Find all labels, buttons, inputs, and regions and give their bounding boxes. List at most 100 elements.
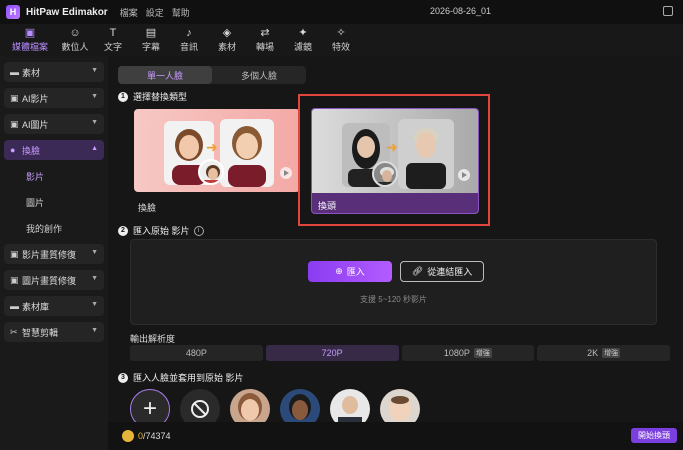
- woman-result-icon: [228, 126, 266, 187]
- plus-icon: +: [142, 395, 157, 422]
- step2-label: 匯入原始 影片: [133, 226, 190, 236]
- sidebar-item-smart-cut[interactable]: ✂ 智慧剪輯 ▼: [4, 322, 104, 342]
- app-name: HitPaw Edimakor: [26, 6, 108, 18]
- tool-transition[interactable]: ⇄ 轉場: [246, 24, 284, 56]
- sidebar-item-image-enhance[interactable]: ▣ 圖片畫質修復 ▼: [4, 270, 104, 290]
- tool-filter[interactable]: ✦ 濾鏡: [284, 24, 322, 56]
- play-icon[interactable]: [280, 167, 292, 179]
- tool-media[interactable]: ▣ 媒體檔案: [4, 24, 56, 56]
- chevron-down-icon: ▼: [91, 249, 98, 256]
- video-enhance-icon: ▣: [10, 248, 19, 259]
- chevron-down-icon: ▼: [91, 67, 98, 74]
- tool-label: 文字: [103, 42, 122, 52]
- sidebar-item-label: AI圖片: [22, 119, 49, 130]
- info-icon[interactable]: i: [193, 225, 204, 236]
- prohibited-icon: [191, 400, 209, 418]
- tool-label: 素材: [217, 42, 236, 52]
- arrow-right-icon: ➜: [206, 139, 218, 155]
- bottom-bar: 0/74374 開始換頭: [108, 422, 683, 450]
- menu-help[interactable]: 幫助: [172, 6, 190, 19]
- sidebar-sub-image[interactable]: 圖片: [4, 192, 104, 212]
- sidebar-item-assets[interactable]: ▬ 素材 ▼: [4, 62, 104, 82]
- resolution-720p[interactable]: 720P: [265, 345, 399, 361]
- filter-icon: ✦: [298, 27, 308, 39]
- tool-audio[interactable]: ♪ 音訊: [170, 24, 208, 56]
- tool-label: 特效: [331, 42, 350, 52]
- resolution-label: 720P: [321, 348, 343, 358]
- tool-text[interactable]: T 文字: [94, 24, 132, 56]
- import-button[interactable]: ⊕ 匯入: [308, 261, 392, 282]
- resolution-label: 1080P: [443, 348, 470, 358]
- menu-file[interactable]: 檔案: [120, 6, 138, 19]
- step2-title: 2 匯入原始 影片 i: [118, 224, 204, 237]
- tool-label: 字幕: [141, 42, 160, 52]
- menu-settings[interactable]: 設定: [146, 6, 164, 19]
- face-swap-label: 換臉: [138, 203, 157, 213]
- subtitle-icon: ▤: [145, 27, 157, 39]
- sidebar-sub-my-creations[interactable]: 我的創作: [4, 218, 104, 238]
- resolution-2k[interactable]: 2K 增強: [537, 345, 670, 361]
- import-from-link-button[interactable]: 🔗︎ 從連結匯入: [400, 261, 484, 282]
- sidebar-item-label: AI影片: [22, 93, 49, 104]
- sticker-icon: ◈: [222, 27, 232, 39]
- step1-title: 1 選擇替換類型: [118, 90, 187, 103]
- tool-sticker[interactable]: ◈ 素材: [208, 24, 246, 56]
- import-icon: ⊕: [335, 266, 343, 276]
- smart-cut-icon: ✂: [10, 326, 18, 337]
- face-mode-tabs: 單一人臉 多個人臉: [118, 66, 306, 84]
- app-logo-icon: H: [6, 5, 20, 19]
- tool-digital-human[interactable]: ☺ 數位人: [56, 24, 94, 56]
- tool-label: 音訊: [179, 42, 198, 52]
- tool-subtitle[interactable]: ▤ 字幕: [132, 24, 170, 56]
- audio-icon: ♪: [186, 27, 192, 39]
- face-swap-card[interactable]: ➜: [134, 109, 300, 192]
- tool-label: 數位人: [61, 42, 89, 52]
- ai-image-icon: ▣: [10, 118, 19, 129]
- selection-highlight: [298, 94, 490, 226]
- resolution-1080p[interactable]: 1080P 增強: [401, 345, 535, 361]
- credits-counter: 0/74374: [138, 431, 171, 441]
- credits-total: /74374: [143, 431, 171, 441]
- sidebar-item-ai-image[interactable]: ▣ AI圖片 ▼: [4, 114, 104, 134]
- effect-icon: ✧: [336, 27, 346, 39]
- sidebar-item-label: 影片畫質修復: [22, 249, 77, 260]
- maximize-button[interactable]: [663, 6, 673, 16]
- tool-effect[interactable]: ✧ 特效: [322, 24, 360, 56]
- sidebar-item-label: 素材: [22, 67, 41, 78]
- sidebar-item-label: 圖片畫質修復: [22, 275, 77, 286]
- sidebar-item-face-swap[interactable]: ● 換臉 ▲: [4, 140, 104, 160]
- text-icon: T: [109, 27, 117, 39]
- resolution-480p[interactable]: 480P: [130, 345, 263, 361]
- video-upload-area[interactable]: ⊕ 匯入 🔗︎ 從連結匯入 支援 5~120 秒影片: [130, 239, 657, 325]
- tab-single-face[interactable]: 單一人臉: [118, 66, 212, 84]
- tool-label: 濾鏡: [293, 42, 312, 52]
- folder-icon: ▬: [10, 67, 19, 77]
- coin-icon: [122, 430, 134, 442]
- title-bar: H HitPaw Edimakor 檔案 設定 幫助 2026-08-26_01: [0, 0, 683, 24]
- tab-multi-face[interactable]: 多個人臉: [212, 66, 306, 84]
- sidebar-item-video-enhance[interactable]: ▣ 影片畫質修復 ▼: [4, 244, 104, 264]
- chevron-down-icon: ▼: [91, 275, 98, 282]
- face-thumb: [198, 159, 224, 185]
- sidebar-item-library[interactable]: ▬ 素材庫 ▼: [4, 296, 104, 316]
- ai-video-icon: ▣: [10, 92, 19, 103]
- enhance-badge: 增強: [602, 348, 621, 358]
- library-icon: ▬: [10, 301, 19, 311]
- sidebar-item-label: 智慧剪輯: [22, 327, 59, 338]
- target-portrait: [220, 119, 274, 187]
- sidebar: ▬ 素材 ▼ ▣ AI影片 ▼ ▣ AI圖片 ▼ ● 換臉 ▲ 影片 圖片 我的…: [0, 56, 108, 450]
- main-toolbar: ▣ 媒體檔案 ☺ 數位人 T 文字 ▤ 字幕 ♪ 音訊 ◈ 素材 ⇄ 轉場 ✦ …: [0, 24, 683, 56]
- enhance-badge: 增強: [473, 348, 492, 358]
- tool-label: 轉場: [255, 42, 274, 52]
- sidebar-sub-video[interactable]: 影片: [4, 166, 104, 186]
- media-icon: ▣: [24, 27, 36, 39]
- step-number: 1: [118, 91, 128, 102]
- start-head-swap-button[interactable]: 開始換頭: [631, 428, 677, 443]
- sidebar-item-ai-video[interactable]: ▣ AI影片 ▼: [4, 88, 104, 108]
- face-swap-panel: 單一人臉 多個人臉 1 選擇替換類型 ➜ 換臉 ➜ 換頭 2 匯入原始 影片 i…: [108, 56, 683, 429]
- chevron-up-icon: ▲: [91, 145, 98, 152]
- step-number: 3: [118, 372, 128, 383]
- resolution-label: 輸出解析度: [130, 334, 176, 344]
- face-swap-icon: ●: [10, 145, 16, 155]
- step3-label: 匯入人臉並套用到原始 影片: [133, 373, 244, 383]
